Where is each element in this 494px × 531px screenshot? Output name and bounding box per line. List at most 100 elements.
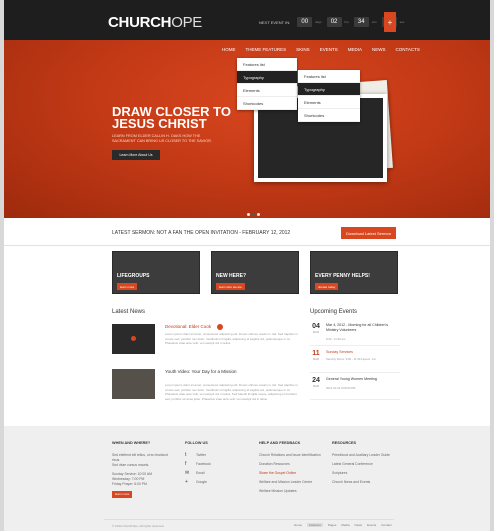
event-month: MAR xyxy=(312,357,320,361)
next-event-label: NEXT EVENT IN: xyxy=(259,19,291,25)
footer-nav-item-active[interactable]: Features xyxy=(307,523,323,527)
dropdown-item-typography[interactable]: Typography xyxy=(237,71,297,84)
footer-nav-item[interactable]: Home xyxy=(294,523,302,527)
logo-light-text: OPE xyxy=(171,14,202,31)
event-item[interactable]: 04 MAR Mar 4, 2012 - Morning for all Chil… xyxy=(310,321,400,346)
submenu-item-typography[interactable]: Typography xyxy=(298,83,360,96)
event-month: MAR xyxy=(312,384,320,388)
event-item[interactable]: 11 MAR Sunday Services Sanctity Room, 9:0… xyxy=(310,348,400,373)
feature-box[interactable]: LIFEGROUPS learn more xyxy=(112,251,200,294)
submenu-item-features-list[interactable]: Features list xyxy=(298,70,360,83)
footer-link[interactable]: Church Relations and Issue Identificatio… xyxy=(259,453,325,458)
comment-count-icon xyxy=(217,324,223,330)
googleplus-icon: + xyxy=(185,479,188,485)
feature-box[interactable]: EVERY PENNY HELPS! donate today xyxy=(310,251,398,294)
slider-dot[interactable] xyxy=(257,213,260,216)
hero-banner: CHURCHOPE NEXT EVENT IN: 00 days 02 hrs 34… xyxy=(4,0,490,218)
countdown-minutes: 34 xyxy=(353,17,369,27)
footer-link[interactable]: Welfare and Mission Leader Centre xyxy=(259,480,325,485)
submenu-item-elements[interactable]: Elements xyxy=(298,96,360,109)
slider-dot-active[interactable] xyxy=(252,213,255,216)
event-day: 24 xyxy=(312,377,320,384)
events-list: 04 MAR Mar 4, 2012 - Morning for all Chil… xyxy=(310,321,400,402)
dropdown-item-shortcodes[interactable]: Shortcodes xyxy=(237,97,297,110)
news-thumbnail[interactable] xyxy=(112,369,155,399)
event-title[interactable]: General Young Women Meeting xyxy=(326,377,400,382)
social-link-email[interactable]: ✉ Email xyxy=(185,471,245,476)
slider-dots xyxy=(247,213,260,216)
countdown-days: 00 xyxy=(297,17,313,27)
footer-nav-item[interactable]: Pages xyxy=(328,523,337,527)
top-bar: CHURCHOPE NEXT EVENT IN: 00 days 02 hrs 34… xyxy=(4,0,490,40)
footer-learn-more-button[interactable]: learn more xyxy=(112,491,133,498)
feature-boxes: LIFEGROUPS learn more NEW HERE? learn wh… xyxy=(112,251,398,294)
social-link-google[interactable]: + Google xyxy=(185,480,245,485)
footer-link[interactable]: Share the Gospel Online xyxy=(259,471,325,476)
news-excerpt: Lorem ipsum dolor sit amet, consectetur … xyxy=(165,383,298,401)
upcoming-events-heading: Upcoming Events xyxy=(310,309,358,315)
footer-heading: RESOURCES xyxy=(332,441,357,445)
typography-submenu: Features list Typography Elements Shortc… xyxy=(298,70,360,122)
feature-box-title: EVERY PENNY HELPS! xyxy=(315,273,370,279)
nav-item-skins[interactable]: SKINS xyxy=(296,47,310,52)
play-icon[interactable] xyxy=(131,336,136,341)
feature-box-button[interactable]: donate today xyxy=(315,283,339,290)
event-time: 9:00 - 11:30 am xyxy=(326,337,346,341)
footer-nav-item[interactable]: Media xyxy=(341,523,349,527)
countdown-days-unit: days xyxy=(315,20,322,24)
footer-text: Friday Prayer: 6:00 PM xyxy=(112,482,147,486)
news-title[interactable]: Youth Video: Your Day for a Mission xyxy=(165,369,237,374)
news-thumbnail[interactable] xyxy=(112,324,155,354)
nav-item-theme-features[interactable]: THEME FEATURES xyxy=(246,47,287,52)
event-date: 24 MAR xyxy=(310,377,322,388)
nav-item-home[interactable]: HOME xyxy=(222,47,236,52)
social-link-twitter[interactable]: t Twitter xyxy=(185,453,245,458)
event-date: 04 MAR xyxy=(310,323,322,334)
event-title[interactable]: Mar 4, 2012 - Morning for all Children's… xyxy=(326,323,400,332)
feature-box[interactable]: NEW HERE? learn who we are xyxy=(211,251,299,294)
event-month: MAR xyxy=(312,330,320,334)
feature-box-button[interactable]: learn more xyxy=(117,283,138,290)
footer-link[interactable]: Donation Resources xyxy=(259,462,325,467)
footer-heading: FOLLOW US xyxy=(185,441,208,445)
slider-dot[interactable] xyxy=(247,213,250,216)
footer xyxy=(4,426,490,531)
dropdown-item-elements[interactable]: Elements xyxy=(237,84,297,97)
social-link-facebook[interactable]: f Facebook xyxy=(185,462,245,467)
facebook-icon: f xyxy=(185,461,187,467)
footer-text: Sed eleifend elit tellus, ut eu tincidun… xyxy=(112,453,168,462)
countdown-seconds-unit: sec xyxy=(399,20,405,24)
footer-nav-item[interactable]: Contact xyxy=(381,523,391,527)
feature-box-title: NEW HERE? xyxy=(216,273,246,279)
event-item[interactable]: 24 MAR General Young Women Meeting 2012-0… xyxy=(310,375,400,400)
logo[interactable]: CHURCHOPE xyxy=(108,14,202,31)
download-sermon-button[interactable]: Download Latest Sermon xyxy=(341,227,396,239)
footer-col-when-where: WHEN AND WHERE? Sed eleifend elit tellus… xyxy=(112,441,174,498)
event-date: 11 MAR xyxy=(310,350,322,361)
footer-nav-item[interactable]: Events xyxy=(367,523,376,527)
footer-link[interactable]: Church News and Events xyxy=(332,480,398,485)
footer-col-resources: RESOURCES Priesthood and Auxiliary Leade… xyxy=(332,441,398,489)
news-item: Youth Video: Your Day for a Mission Lore… xyxy=(112,366,302,409)
nav-item-media[interactable]: MEDIA xyxy=(348,47,362,52)
footer-nav-item[interactable]: News xyxy=(355,523,363,527)
footer-col-help-feedback: HELP AND FEEDBACK Church Relations and I… xyxy=(259,441,325,498)
dropdown-item-features-list[interactable]: Features list xyxy=(237,58,297,71)
footer-link[interactable]: Scriptures xyxy=(332,471,398,476)
event-title[interactable]: Sunday Services xyxy=(326,350,400,355)
footer-link[interactable]: Welfare Mission Updates xyxy=(259,489,325,494)
social-label: Email xyxy=(196,471,205,475)
social-label: Facebook xyxy=(196,462,211,466)
nav-item-events[interactable]: EVENTS xyxy=(320,47,338,52)
news-title[interactable]: Devotional: Elder Cook xyxy=(165,324,211,329)
footer-link[interactable]: Latest General Conference xyxy=(332,462,398,467)
feature-box-button[interactable]: learn who we are xyxy=(216,283,245,290)
latest-sermon-text: LATEST SERMON: NOT A FAN THE OPEN INVITA… xyxy=(112,230,291,236)
nav-item-contacts[interactable]: CONTACTS xyxy=(395,47,419,52)
countdown-hours-unit: hrs xyxy=(344,20,349,24)
footer-link[interactable]: Priesthood and Auxiliary Leader Guide xyxy=(332,453,398,458)
learn-more-button[interactable]: Learn More About Us xyxy=(112,150,160,160)
plus-icon[interactable]: + xyxy=(384,12,396,32)
submenu-item-shortcodes[interactable]: Shortcodes xyxy=(298,109,360,122)
nav-item-news[interactable]: NEWS xyxy=(372,47,386,52)
